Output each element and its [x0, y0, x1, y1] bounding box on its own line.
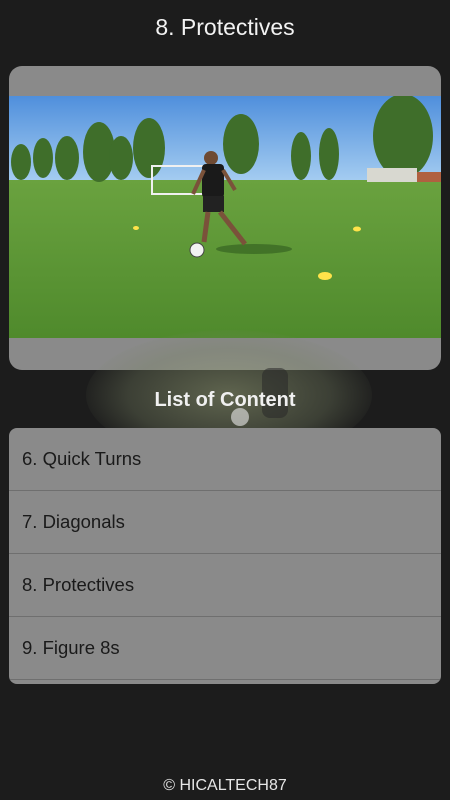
list-item-quick-turns[interactable]: 6. Quick Turns [9, 428, 441, 491]
video-thumbnail[interactable] [9, 96, 441, 338]
list-item-diagonals[interactable]: 7. Diagonals [9, 491, 441, 554]
page-title: 8. Protectives [155, 14, 295, 40]
content-list: 6. Quick Turns 7. Diagonals 8. Protectiv… [9, 428, 441, 684]
list-item-protectives[interactable]: 8. Protectives [9, 554, 441, 617]
list-heading: List of Content [154, 389, 296, 411]
video-player[interactable] [9, 66, 441, 370]
list-item-figure-8s[interactable]: 9. Figure 8s [9, 617, 441, 680]
soccer-field-image [9, 96, 441, 338]
copyright-footer: © HICALTECH87 [163, 777, 287, 794]
